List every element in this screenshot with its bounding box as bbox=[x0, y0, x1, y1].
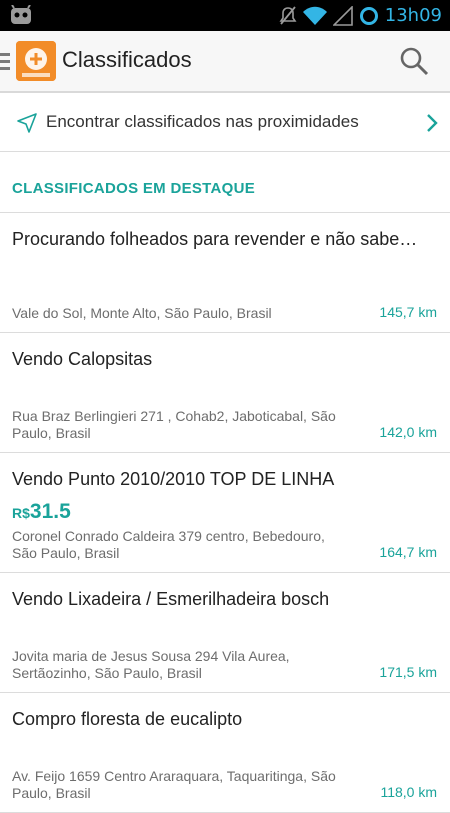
nearby-search-row[interactable]: Encontrar classificados nas proximidades bbox=[0, 93, 450, 152]
item-location: Vale do Sol, Monte Alto, São Paulo, Bras… bbox=[12, 305, 272, 321]
item-distance: 118,0 km bbox=[380, 784, 437, 800]
status-bar: 13h09 bbox=[0, 0, 450, 31]
sync-ring-icon bbox=[359, 6, 378, 25]
item-location: Rua Braz Berlingieri 271 , Cohab2, Jabot… bbox=[12, 408, 336, 441]
item-location: Jovita maria de Jesus Sousa 294 Vila Aur… bbox=[12, 648, 290, 681]
list-item[interactable]: Vendo Lixadeira / Esmerilhadeira bosch J… bbox=[0, 573, 450, 693]
classified-list: Procurando folheados para revender e não… bbox=[0, 213, 450, 813]
mute-icon bbox=[279, 5, 297, 25]
search-icon[interactable] bbox=[398, 45, 430, 77]
item-location: Coronel Conrado Caldeira 379 centro, Beb… bbox=[12, 528, 325, 561]
item-title: Vendo Punto 2010/2010 TOP DE LINHA bbox=[12, 469, 335, 489]
location-arrow-icon bbox=[17, 113, 37, 133]
item-title: Vendo Calopsitas bbox=[12, 349, 153, 369]
app-bar: Classificados bbox=[0, 31, 450, 93]
nearby-label: Encontrar classificados nas proximidades bbox=[46, 112, 359, 131]
item-price: R$31.5 bbox=[12, 500, 71, 524]
chevron-right-icon bbox=[427, 114, 438, 132]
signal-icon bbox=[332, 5, 353, 26]
item-title: Compro floresta de eucalipto bbox=[12, 709, 243, 729]
list-item[interactable]: Compro floresta de eucalipto Av. Feijo 1… bbox=[0, 693, 450, 813]
item-distance: 164,7 km bbox=[379, 544, 437, 560]
price-currency: R$ bbox=[12, 505, 30, 521]
item-distance: 142,0 km bbox=[379, 424, 437, 440]
notification-android-icon bbox=[11, 5, 31, 24]
item-title: Vendo Lixadeira / Esmerilhadeira bosch bbox=[12, 589, 330, 609]
list-item[interactable]: Procurando folheados para revender e não… bbox=[0, 213, 450, 333]
menu-icon[interactable] bbox=[0, 53, 10, 71]
page-title: Classificados bbox=[62, 47, 192, 72]
section-title: CLASSIFICADOS EM DESTAQUE bbox=[12, 180, 256, 197]
app-logo-icon[interactable] bbox=[16, 41, 56, 81]
wifi-icon bbox=[302, 6, 327, 25]
item-distance: 171,5 km bbox=[379, 664, 437, 680]
price-amount: 31.5 bbox=[29, 500, 71, 523]
list-item[interactable]: Vendo Punto 2010/2010 TOP DE LINHA R$31.… bbox=[0, 453, 450, 573]
status-time: 13h09 bbox=[384, 5, 442, 26]
list-item[interactable]: Vendo Calopsitas Rua Braz Berlingieri 27… bbox=[0, 333, 450, 453]
item-title: Procurando folheados para revender e não… bbox=[12, 229, 418, 249]
item-location: Av. Feijo 1659 Centro Araraquara, Taquar… bbox=[12, 768, 336, 801]
item-distance: 145,7 km bbox=[379, 304, 437, 320]
